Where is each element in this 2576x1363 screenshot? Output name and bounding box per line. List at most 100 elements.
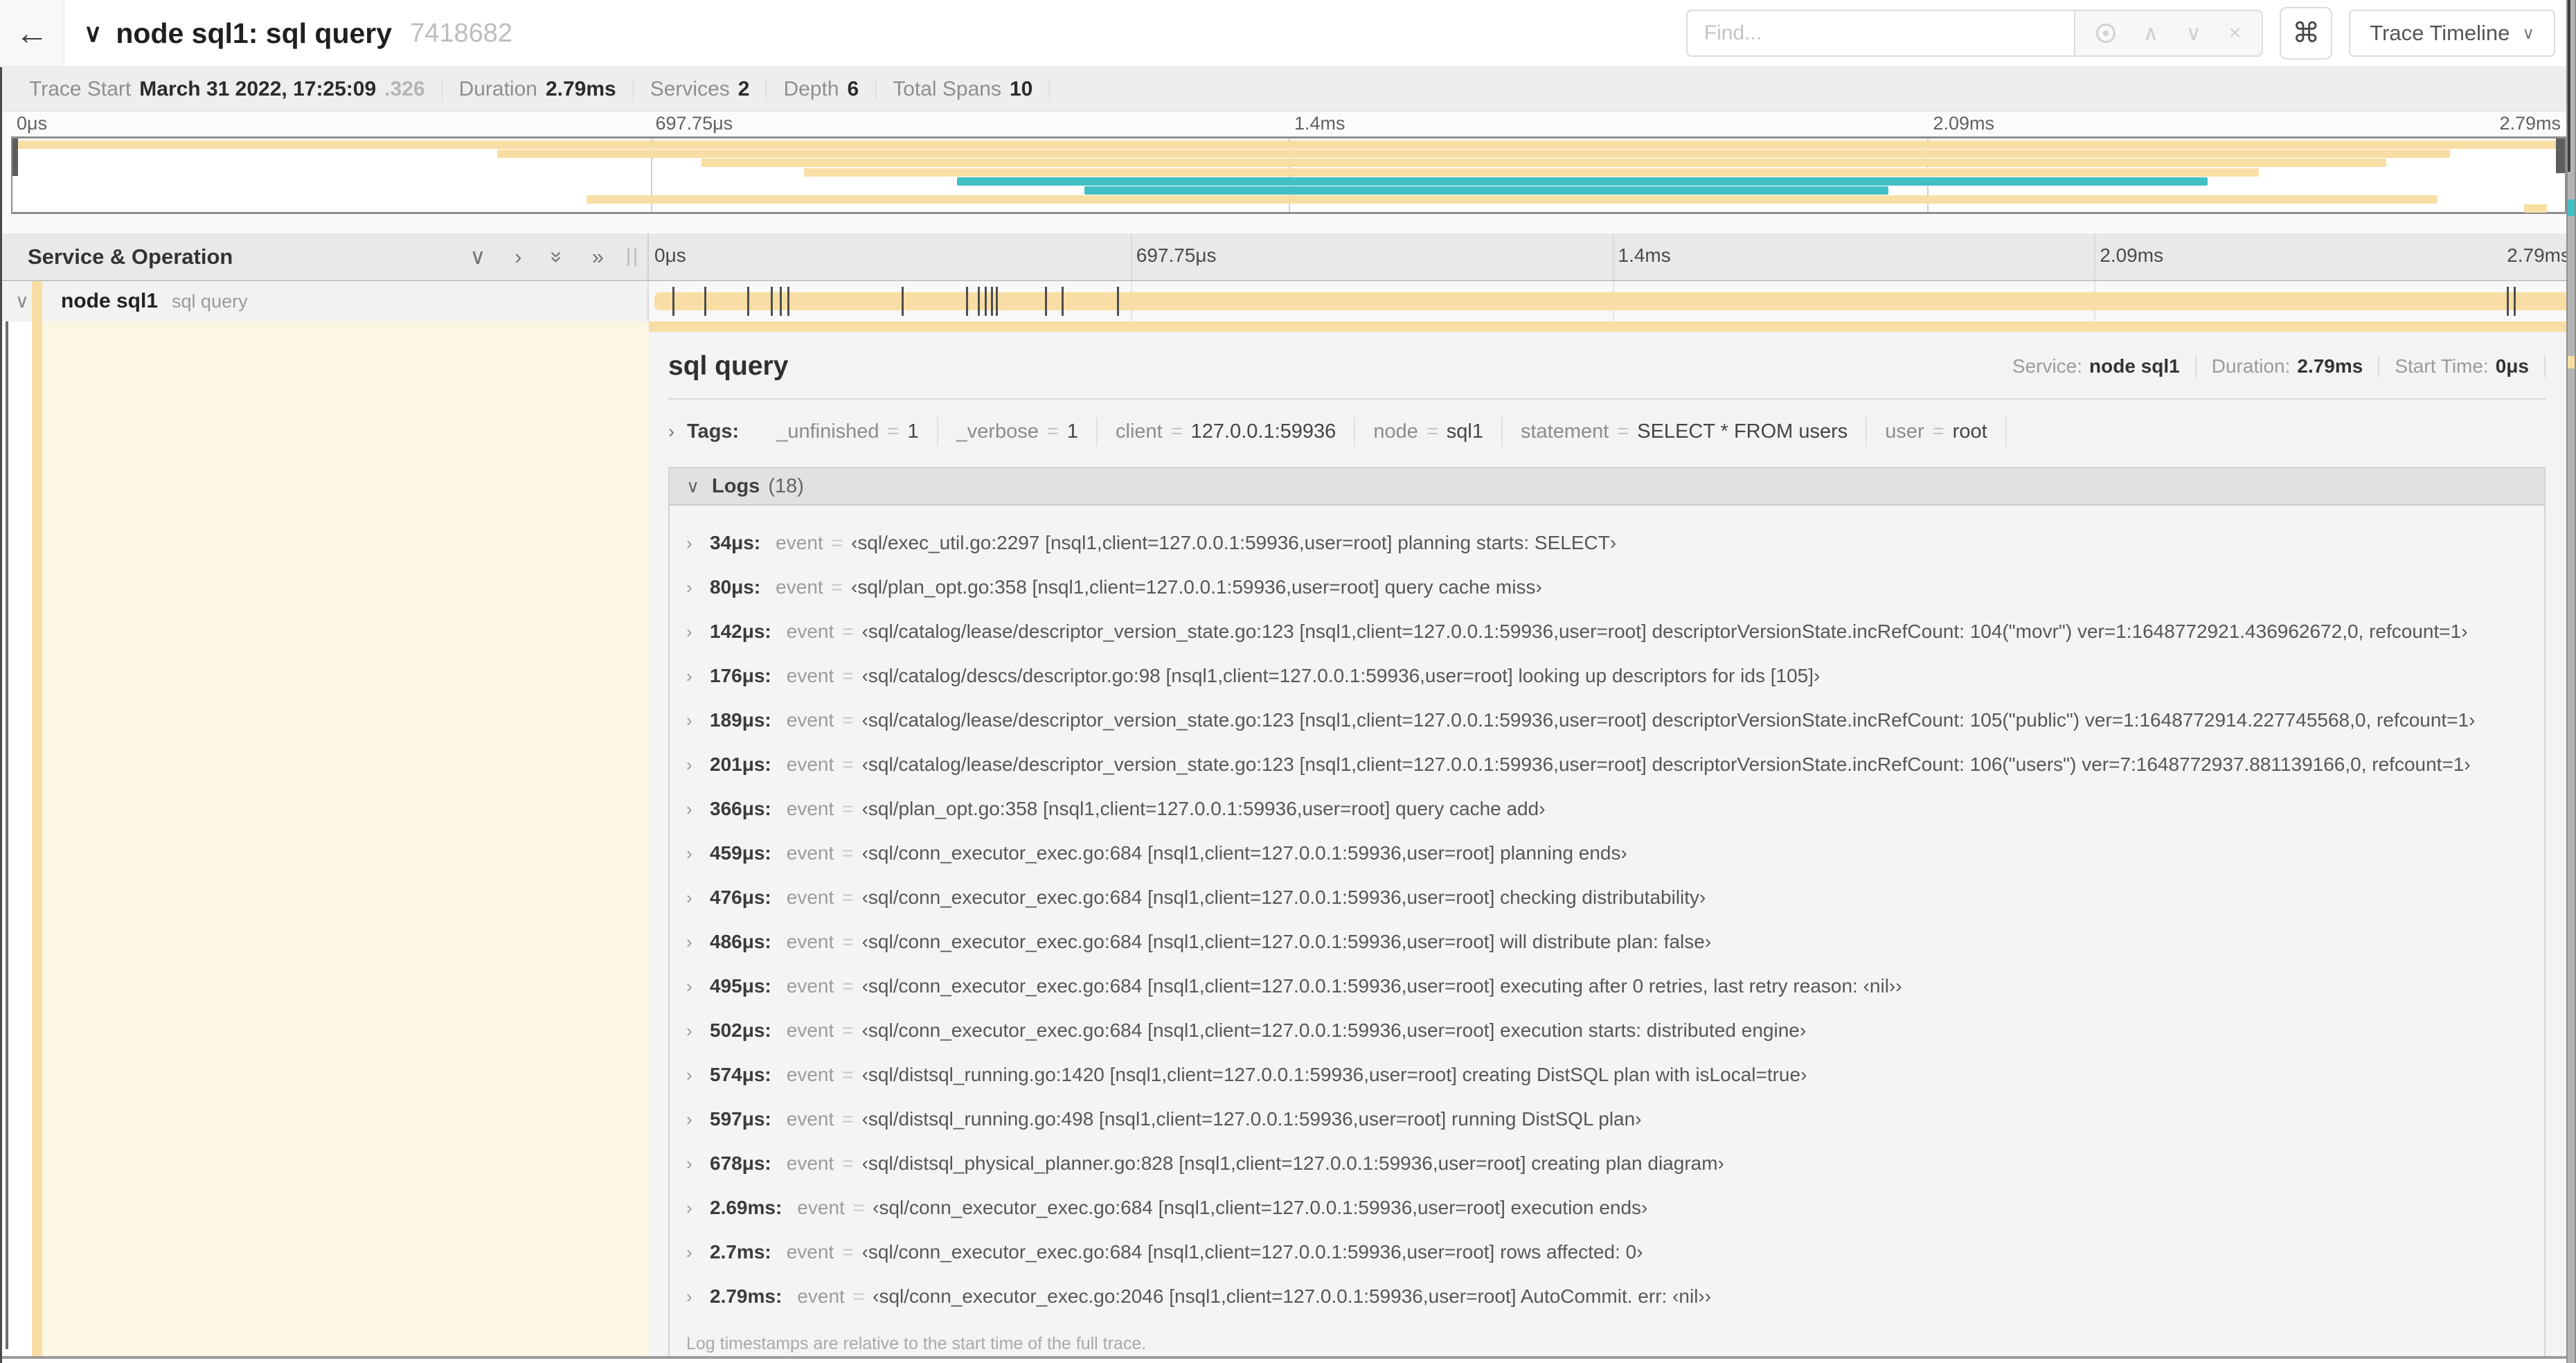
info-label: Services bbox=[650, 77, 730, 100]
ruler-tick-label: 1.4ms bbox=[1294, 113, 1345, 134]
logs-collapse-icon[interactable]: ∨ bbox=[686, 476, 699, 497]
log-expand-icon[interactable]: › bbox=[686, 533, 710, 554]
log-key: event bbox=[786, 1108, 834, 1130]
logs-header[interactable]: ∨ Logs (18) bbox=[670, 468, 2544, 506]
log-entry[interactable]: › 678μs: event = ‹sql/distsql_physical_p… bbox=[670, 1141, 2544, 1186]
log-expand-icon[interactable]: › bbox=[686, 887, 710, 909]
log-entry[interactable]: › 201μs: event = ‹sql/catalog/lease/desc… bbox=[670, 742, 2544, 787]
minimap-canvas[interactable] bbox=[11, 136, 2566, 214]
span-detail-left-column bbox=[0, 321, 649, 1356]
span-row-bar-cell[interactable] bbox=[649, 281, 2576, 321]
trace-view-select[interactable]: Trace Timeline ∨ bbox=[2349, 10, 2555, 57]
log-entry[interactable]: › 574μs: event = ‹sql/distsql_running.go… bbox=[670, 1053, 2544, 1097]
scrollbar-thumb[interactable] bbox=[2568, 0, 2570, 172]
log-expand-icon[interactable]: › bbox=[686, 976, 710, 997]
expand-one-icon[interactable]: › bbox=[515, 244, 521, 269]
minimap-left-scrubber[interactable] bbox=[12, 139, 18, 176]
log-marker-tick bbox=[1061, 287, 1064, 316]
log-entry[interactable]: › 2.69ms: event = ‹sql/conn_executor_exe… bbox=[670, 1186, 2544, 1230]
log-expand-icon[interactable]: › bbox=[686, 1109, 710, 1130]
log-entry[interactable]: › 495μs: event = ‹sql/conn_executor_exec… bbox=[670, 964, 2544, 1008]
log-key: event bbox=[786, 754, 834, 775]
meta-value: 0μs bbox=[2495, 355, 2529, 377]
find-input[interactable] bbox=[1685, 10, 2074, 57]
next-match-icon[interactable]: ∨ bbox=[2186, 21, 2201, 46]
info-label: Trace Start bbox=[29, 77, 132, 100]
left-scrollbar[interactable] bbox=[6, 321, 8, 1349]
equals-sign: = bbox=[852, 1285, 865, 1307]
log-expand-icon[interactable]: › bbox=[686, 1286, 710, 1308]
log-message: ‹sql/distsql_running.go:498 [nsql1,clien… bbox=[861, 1108, 1642, 1130]
back-button[interactable]: ← bbox=[0, 0, 64, 66]
log-expand-icon[interactable]: › bbox=[686, 577, 710, 598]
equals-sign: = bbox=[842, 1108, 854, 1130]
log-entry[interactable]: › 189μs: event = ‹sql/catalog/lease/desc… bbox=[670, 698, 2544, 742]
trace-collapse-icon[interactable]: ∨ bbox=[84, 19, 102, 48]
tags-label: Tags: bbox=[687, 420, 740, 443]
log-entry[interactable]: › 80μs: event = ‹sql/plan_opt.go:358 [ns… bbox=[670, 565, 2544, 609]
log-expand-icon[interactable]: › bbox=[686, 799, 710, 820]
log-expand-icon[interactable]: › bbox=[686, 666, 710, 687]
log-entry[interactable]: › 366μs: event = ‹sql/plan_opt.go:358 [n… bbox=[670, 787, 2544, 831]
log-expand-icon[interactable]: › bbox=[686, 754, 710, 776]
span-collapse-icon[interactable]: ∨ bbox=[15, 291, 29, 312]
prev-match-icon[interactable]: ∧ bbox=[2143, 21, 2158, 46]
log-expand-icon[interactable]: › bbox=[686, 1064, 710, 1086]
column-resize-grip[interactable] bbox=[627, 247, 636, 266]
span-detail-header: sql query Service: node sql1 Duration: 2… bbox=[649, 332, 2576, 398]
tag-value: SELECT * FROM users bbox=[1637, 420, 1848, 443]
collapse-one-icon[interactable]: ∨ bbox=[469, 244, 485, 269]
equals-sign: = bbox=[842, 931, 854, 952]
log-entry[interactable]: › 176μs: event = ‹sql/catalog/descs/desc… bbox=[670, 654, 2544, 698]
page-scrollbar[interactable] bbox=[2566, 0, 2576, 1363]
log-entry[interactable]: › 502μs: event = ‹sql/conn_executor_exec… bbox=[670, 1008, 2544, 1053]
log-key: event bbox=[786, 798, 834, 819]
meta-label: Service: bbox=[2012, 355, 2083, 377]
clear-find-icon[interactable]: × bbox=[2229, 21, 2242, 45]
trace-info-item: Depth 6 bbox=[767, 77, 877, 101]
log-key: event bbox=[786, 665, 834, 686]
meta-value: 2.79ms bbox=[2297, 355, 2363, 377]
equals-sign: = bbox=[842, 1064, 854, 1085]
log-timestamp: 201μs: bbox=[710, 754, 771, 775]
span-row-name-cell[interactable]: ∨ node sql1 sql query bbox=[0, 281, 649, 321]
log-entry[interactable]: › 486μs: event = ‹sql/conn_executor_exec… bbox=[670, 920, 2544, 964]
collapse-all-icon[interactable]: » bbox=[544, 251, 569, 262]
timeline-tick-label: 697.75μs bbox=[1136, 244, 1217, 266]
log-entry[interactable]: › 597μs: event = ‹sql/distsql_running.go… bbox=[670, 1097, 2544, 1141]
tags-row[interactable]: › Tags: _unfinished = 1 _verbose = 1 cli… bbox=[649, 400, 2576, 461]
log-expand-icon[interactable]: › bbox=[686, 1153, 710, 1175]
log-expand-icon[interactable]: › bbox=[686, 843, 710, 864]
span-color-strip bbox=[32, 281, 42, 321]
span-table-header: Service & Operation ∨ › » » 0μs 697.75μs 1… bbox=[0, 233, 2576, 281]
log-expand-icon[interactable]: › bbox=[686, 1020, 710, 1042]
log-marker-tick bbox=[770, 287, 773, 316]
log-key: event bbox=[786, 842, 834, 864]
log-entry[interactable]: › 2.79ms: event = ‹sql/conn_executor_exe… bbox=[670, 1274, 2544, 1319]
log-message: ‹sql/plan_opt.go:358 [nsql1,client=127.0… bbox=[861, 798, 1546, 819]
log-message: ‹sql/plan_opt.go:358 [nsql1,client=127.0… bbox=[851, 576, 1542, 598]
log-entry[interactable]: › 2.7ms: event = ‹sql/conn_executor_exec… bbox=[670, 1230, 2544, 1274]
span-bar-strip bbox=[649, 321, 2576, 332]
log-expand-icon[interactable]: › bbox=[686, 932, 710, 953]
tags-expand-icon[interactable]: › bbox=[668, 421, 674, 443]
tag-item: user = root bbox=[1867, 418, 2007, 446]
log-expand-icon[interactable]: › bbox=[686, 1197, 710, 1219]
log-expand-icon[interactable]: › bbox=[686, 710, 710, 731]
trace-info-item: Trace Start March 31 2022, 17:25:09 .326 bbox=[12, 77, 442, 101]
expanded-row-backdrop bbox=[42, 321, 649, 1356]
log-entry[interactable]: › 459μs: event = ‹sql/conn_executor_exec… bbox=[670, 831, 2544, 875]
minimap-right-scrubber[interactable] bbox=[2556, 139, 2565, 173]
tag-key: node bbox=[1373, 420, 1418, 443]
log-timestamp: 189μs: bbox=[710, 709, 771, 731]
focus-match-icon[interactable] bbox=[2095, 24, 2116, 43]
keyboard-shortcuts-button[interactable]: ⌘ bbox=[2280, 7, 2333, 60]
log-entry[interactable]: › 476μs: event = ‹sql/conn_executor_exec… bbox=[670, 875, 2544, 920]
log-entry[interactable]: › 34μs: event = ‹sql/exec_util.go:2297 [… bbox=[670, 521, 2544, 565]
log-marker-tick bbox=[787, 287, 790, 316]
tag-value: sql1 bbox=[1446, 420, 1483, 443]
log-expand-icon[interactable]: › bbox=[686, 1242, 710, 1263]
log-expand-icon[interactable]: › bbox=[686, 621, 710, 643]
log-entry[interactable]: › 142μs: event = ‹sql/catalog/lease/desc… bbox=[670, 609, 2544, 654]
expand-all-icon[interactable]: » bbox=[592, 244, 604, 269]
